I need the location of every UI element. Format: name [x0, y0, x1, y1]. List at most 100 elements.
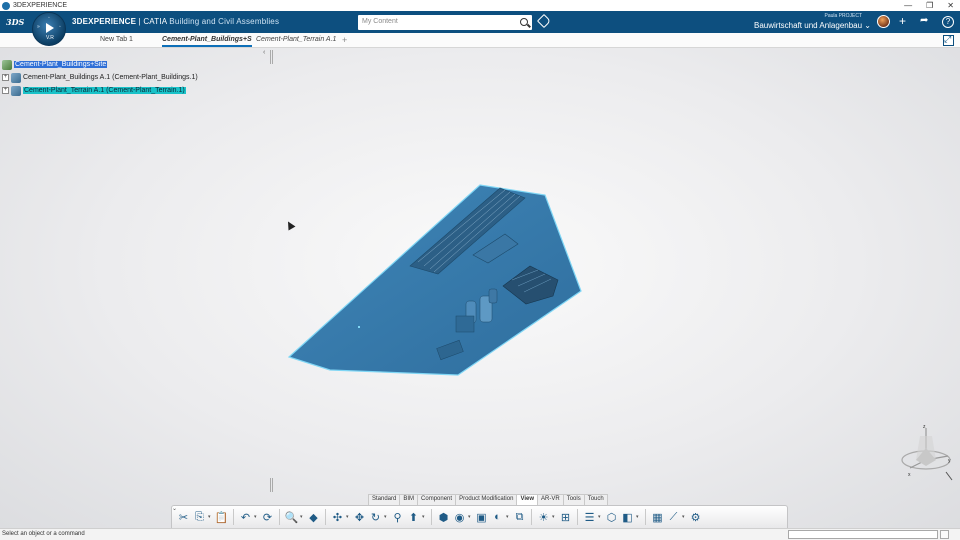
axis-compass[interactable]: z y x: [898, 422, 954, 482]
dropdown-arrow-icon[interactable]: ▾: [384, 514, 389, 520]
os-title-bar: 3DEXPERIENCE — ❐ ✕: [0, 0, 960, 11]
toolbar-separator: [279, 509, 280, 525]
copy-icon[interactable]: ⎘: [192, 509, 207, 525]
toolbar-separator: [531, 509, 532, 525]
lighting-icon[interactable]: ☀: [536, 509, 551, 525]
action-bar: ✂ ⎘ ▾ 📋 ↶ ▾ ⟳ 🔍 ▾ ◆ ✣ ▾ ✥ ↻ ▾ ⚲ ⬆ ▾ ⬢ ◉ ▾ ▣ ◐ ▾ ⧉ ☀ ▾ ⊞ ☰ ▾ ⬡ ◧ ▾ ▦ ⟋ ▾ ⚙: [171, 505, 788, 528]
dropdown-arrow-icon[interactable]: ▾: [552, 514, 557, 520]
dropdown-arrow-icon[interactable]: ▾: [422, 514, 427, 520]
toolbar-separator: [577, 509, 578, 525]
capture-icon[interactable]: ▣: [474, 509, 489, 525]
ar-icon[interactable]: ▦: [650, 509, 665, 525]
restore-button[interactable]: ❐: [926, 1, 933, 10]
compass-version: V.R: [46, 35, 54, 41]
section-tab-component[interactable]: Component: [417, 494, 457, 505]
maximize-icon[interactable]: [943, 34, 954, 46]
section-tab-product-modification[interactable]: Product Modification: [455, 494, 518, 505]
tag-icon[interactable]: [536, 13, 552, 29]
paste-icon[interactable]: 📋: [214, 509, 229, 525]
command-input-button[interactable]: [940, 530, 949, 539]
search-input[interactable]: My Content: [358, 15, 532, 30]
close-button[interactable]: ✕: [947, 1, 954, 10]
tab-new-tab-1[interactable]: New Tab 1: [100, 36, 133, 43]
undo-icon[interactable]: ↶: [238, 509, 253, 525]
dropdown-arrow-icon[interactable]: ▾: [468, 514, 473, 520]
section-tab-bim[interactable]: BIM: [399, 494, 419, 505]
section-tab-view[interactable]: View: [516, 494, 539, 505]
tab-cement-plant-buildings[interactable]: Cement-Plant_Buildings+S: [162, 36, 252, 47]
hide-show-icon[interactable]: ◐: [490, 509, 505, 525]
measure-icon[interactable]: ⟋: [666, 509, 681, 525]
terrain-marker: [358, 326, 360, 328]
dropdown-arrow-icon[interactable]: ▾: [208, 514, 213, 520]
toolbar-separator: [325, 509, 326, 525]
axis-x-label: x: [908, 472, 911, 478]
top-bar: 3DS 3DEXPERIENCE | CATIA Building and Ci…: [0, 11, 960, 33]
avatar[interactable]: [877, 15, 890, 28]
search-placeholder: My Content: [362, 18, 398, 25]
zoom-icon[interactable]: 🔍: [284, 509, 299, 525]
iso-view-icon[interactable]: ⬢: [436, 509, 451, 525]
multi-view-icon[interactable]: ⊞: [558, 509, 573, 525]
section-tab-touch[interactable]: Touch: [583, 494, 608, 505]
section-tab-standard[interactable]: Standard: [368, 494, 401, 505]
compass-icon[interactable]: ◦ » ◦ V.R: [32, 12, 66, 46]
dropdown-arrow-icon[interactable]: ▾: [598, 514, 603, 520]
project-selector[interactable]: Bauwirtschaft und Anlagenbau ⌄: [754, 21, 871, 30]
tab-cement-plant-terrain[interactable]: Cement-Plant_Terrain A.1: [256, 36, 336, 43]
dropdown-arrow-icon[interactable]: ▾: [254, 514, 259, 520]
app-icon: [2, 1, 10, 10]
section-tab-tools[interactable]: Tools: [562, 494, 585, 505]
dropdown-arrow-icon[interactable]: ▾: [300, 514, 305, 520]
add-tab-button[interactable]: +: [342, 35, 347, 45]
window-controls: — ❐ ✕: [904, 0, 954, 11]
swap-visible-icon[interactable]: ⧉: [512, 509, 527, 525]
section-icon[interactable]: ◧: [620, 509, 635, 525]
toolbar-separator: [233, 509, 234, 525]
axis-y-label: y: [948, 458, 951, 464]
compass-east: ◦: [59, 24, 61, 30]
dropdown-arrow-icon[interactable]: ▾: [506, 514, 511, 520]
window-title: 3DEXPERIENCE: [13, 2, 68, 9]
brand-platform: 3DEXPERIENCE: [72, 17, 137, 26]
status-bar: Select an object or a command: [0, 528, 960, 540]
update-icon[interactable]: ⟳: [260, 509, 275, 525]
fit-all-icon[interactable]: ✣: [330, 509, 345, 525]
rotate-icon[interactable]: ↻: [368, 509, 383, 525]
project-owner: Paula PROJECT: [824, 13, 862, 19]
section-tabs: Standard BIM Component Product Modification…: [368, 494, 608, 505]
compass-tools-icon[interactable]: ⚙: [688, 509, 703, 525]
minimize-button[interactable]: —: [904, 1, 912, 10]
brand-app: Building and Civil Assemblies: [169, 17, 280, 26]
toolbar-separator: [431, 509, 432, 525]
product-icon[interactable]: ⬡: [604, 509, 619, 525]
cement-plant-model[interactable]: [0, 48, 960, 528]
normal-view-icon[interactable]: ⬆: [406, 509, 421, 525]
render-style-icon[interactable]: ◉: [452, 509, 467, 525]
search-icon[interactable]: [520, 18, 528, 26]
action-bar-collapse-icon[interactable]: ⌄: [172, 505, 177, 512]
3d-viewport[interactable]: ‹ Cement-Plant_Buildings+Site + Cement-P…: [0, 48, 960, 528]
tab-bar: New Tab 1 Cement-Plant_Buildings+S Cemen…: [0, 33, 960, 48]
toolbar-separator: [645, 509, 646, 525]
help-icon[interactable]: ?: [942, 16, 954, 28]
command-input[interactable]: [788, 530, 938, 539]
play-icon: [46, 23, 54, 33]
pan-icon[interactable]: ✥: [352, 509, 367, 525]
brand-product: | CATIA: [136, 17, 167, 26]
zoom-area-icon[interactable]: ⚲: [390, 509, 405, 525]
tree-expand-icon[interactable]: ☰: [582, 509, 597, 525]
add-icon[interactable]: +: [899, 14, 906, 28]
status-text: Select an object or a command: [2, 531, 85, 537]
view-mode-icon[interactable]: ◆: [306, 509, 321, 525]
dropdown-arrow-icon[interactable]: ▾: [636, 514, 641, 520]
section-tab-ar-vr[interactable]: AR-VR: [537, 494, 564, 505]
cut-icon[interactable]: ✂: [176, 509, 191, 525]
dropdown-arrow-icon[interactable]: ▾: [682, 514, 687, 520]
compass-west: »: [37, 24, 40, 30]
ds-logo-icon[interactable]: 3DS: [6, 17, 24, 33]
app-brand: 3DEXPERIENCE | CATIA Building and Civil …: [72, 17, 279, 26]
compass-north: ◦: [48, 15, 50, 21]
share-icon[interactable]: ➦: [920, 14, 928, 28]
dropdown-arrow-icon[interactable]: ▾: [346, 514, 351, 520]
